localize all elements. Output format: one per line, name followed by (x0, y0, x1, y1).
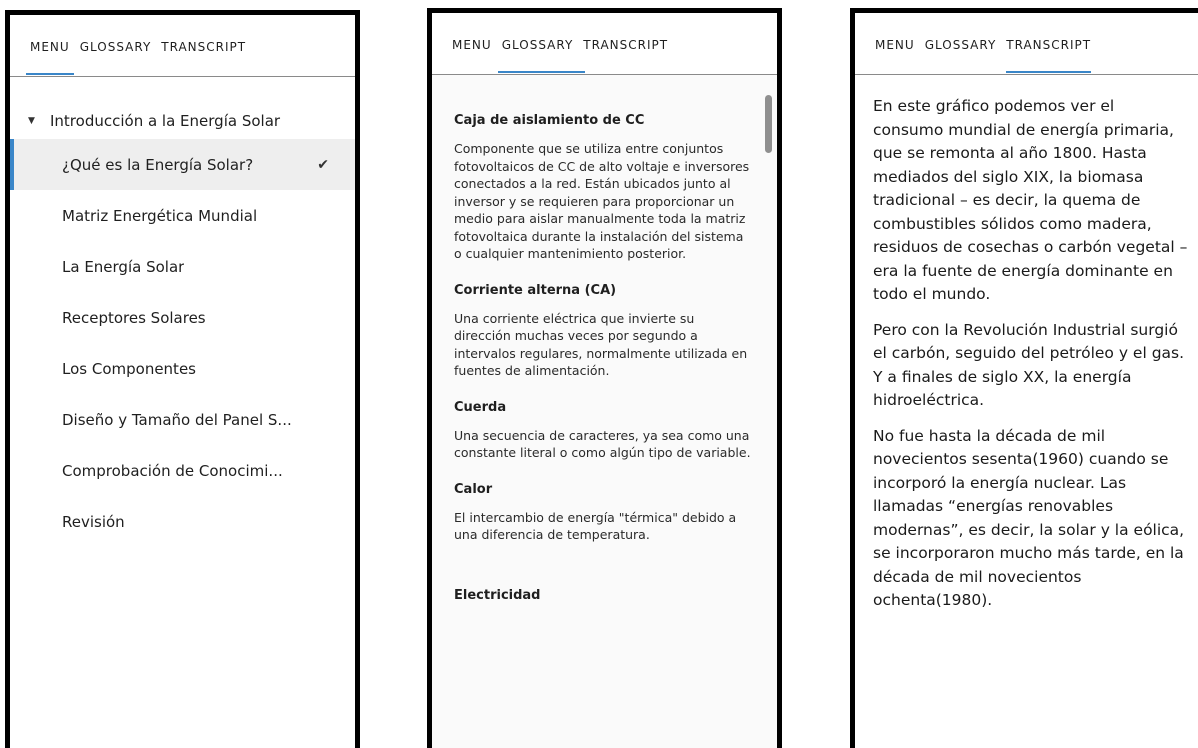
menu-section-title: Introducción a la Energía Solar (50, 112, 281, 130)
glossary-term: Caja de aislamiento de CC (454, 113, 645, 128)
tab-glossary[interactable]: GLOSSARY (80, 40, 152, 54)
menu-item-label: Comprobación de Conocimi... (62, 461, 283, 480)
glossary-list: Caja de aislamiento de CC Componente que… (432, 75, 777, 748)
menu-item[interactable]: Comprobación de Conocimi... (10, 445, 355, 496)
glossary-term: Corriente alterna (CA) (454, 282, 617, 298)
menu-item-label: La Energía Solar (62, 257, 185, 276)
menu-item-label: Diseño y Tamaño del Panel S... (62, 410, 292, 429)
tab-transcript[interactable]: TRANSCRIPT (161, 40, 246, 54)
menu-panel: MENU GLOSSARY TRANSCRIPT ▼ Introducción … (5, 10, 360, 748)
glossary-definition: El intercambio de energía "térmica" debi… (454, 509, 737, 543)
menu-item-label: Receptores Solares (62, 308, 206, 327)
menu-item[interactable]: Matriz Energética Mundial (10, 190, 355, 241)
tab-bar: MENU GLOSSARY TRANSCRIPT (10, 15, 355, 77)
menu-item-label: Matriz Energética Mundial (62, 206, 258, 225)
glossary-term: Cuerda (454, 399, 507, 415)
menu-item[interactable]: ¿Qué es la Energía Solar? ✔ (10, 139, 355, 190)
glossary-panel: MENU GLOSSARY TRANSCRIPT Caja de aislami… (427, 8, 782, 748)
transcript-paragraph: En este gráfico podemos ver el consumo m… (873, 97, 1188, 303)
menu-section-header[interactable]: ▼ Introducción a la Energía Solar (10, 103, 355, 139)
menu-item-label: ¿Qué es la Energía Solar? (62, 155, 254, 174)
tab-menu[interactable]: MENU (26, 40, 74, 75)
transcript-panel: MENU GLOSSARY TRANSCRIPT En este gráfico… (850, 8, 1198, 748)
menu-item[interactable]: La Energía Solar (10, 241, 355, 292)
tab-menu[interactable]: MENU (875, 38, 915, 52)
transcript-paragraph: No fue hasta la década de mil noveciento… (873, 426, 1185, 610)
glossary-scrollbar[interactable] (765, 95, 772, 153)
glossary-definition: Una corriente eléctrica que invierte su … (454, 310, 748, 379)
glossary-definition: Una secuencia de caracteres, ya sea como… (454, 427, 751, 461)
tab-bar: MENU GLOSSARY TRANSCRIPT (432, 13, 777, 75)
glossary-term: Electricidad (454, 587, 541, 603)
menu-item[interactable]: Receptores Solares (10, 292, 355, 343)
glossary-definition: Componente que se utiliza entre conjunto… (454, 141, 750, 261)
menu-item-label: Revisión (62, 512, 125, 531)
menu-item[interactable]: Revisión (10, 496, 355, 547)
menu-item[interactable]: Diseño y Tamaño del Panel S... (10, 394, 355, 445)
tab-menu[interactable]: MENU (452, 38, 492, 52)
menu-list: ¿Qué es la Energía Solar? ✔ Matriz Energ… (10, 139, 355, 547)
transcript-paragraph: Pero con la Revolución Industrial surgió… (873, 320, 1185, 410)
menu-item[interactable]: Los Componentes (10, 343, 355, 394)
transcript-text: En este gráfico podemos ver el consumo m… (855, 75, 1198, 748)
caret-down-icon: ▼ (28, 116, 35, 126)
tab-glossary[interactable]: GLOSSARY (497, 38, 585, 73)
glossary-term: Calor (454, 481, 493, 497)
tab-transcript[interactable]: TRANSCRIPT (583, 38, 668, 52)
menu-item-label: Los Componentes (62, 359, 196, 378)
checkmark-icon: ✔ (317, 156, 329, 173)
tab-bar: MENU GLOSSARY TRANSCRIPT (855, 13, 1198, 75)
tab-glossary[interactable]: GLOSSARY (925, 38, 997, 52)
tab-transcript[interactable]: TRANSCRIPT (1006, 38, 1091, 73)
